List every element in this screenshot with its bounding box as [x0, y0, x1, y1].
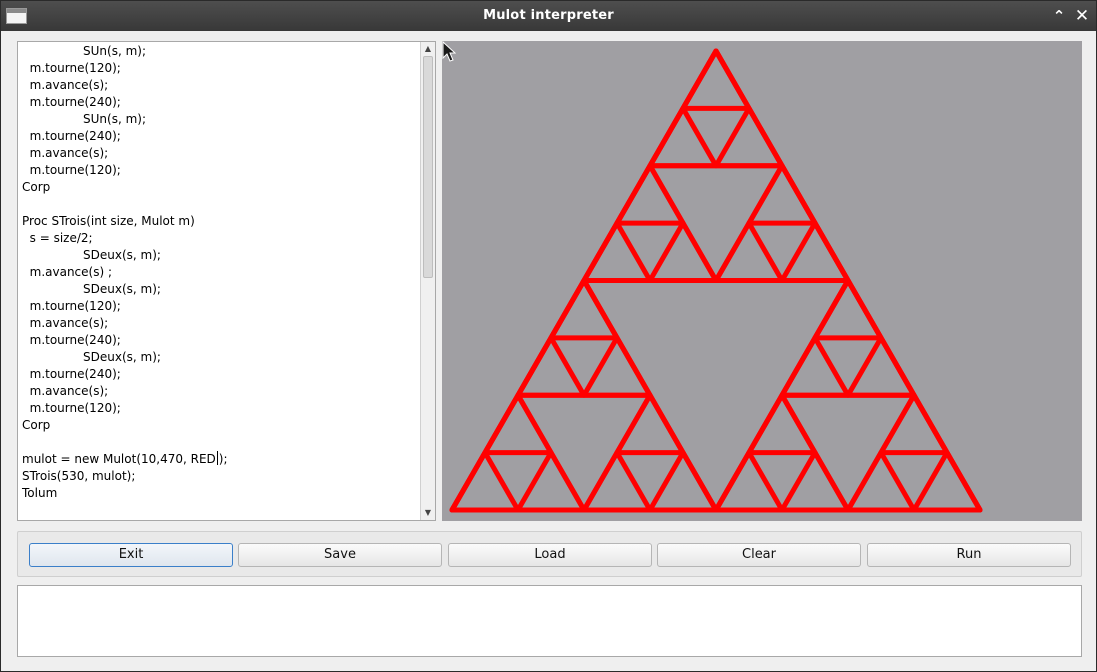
title-bar[interactable]: Mulot interpreter ⌃ ✕ — [1, 1, 1096, 31]
triangle-stroke — [680, 48, 752, 111]
triangle-stroke — [515, 335, 587, 398]
text-caret — [216, 451, 218, 465]
code-line[interactable]: m.avance(s); — [22, 315, 420, 332]
code-line[interactable]: SDeux(s, m); — [22, 349, 420, 366]
code-line[interactable]: SUn(s, m); — [22, 111, 420, 128]
code-line[interactable]: m.tourne(240); — [22, 332, 420, 349]
code-line[interactable]: m.avance(s); — [22, 145, 420, 162]
code-editor[interactable]: SUn(s, m); m.tourne(120); m.avance(s); m… — [17, 41, 436, 521]
code-line[interactable]: Proc STrois(int size, Mulot m) — [22, 213, 420, 230]
triangle-stroke — [713, 450, 785, 513]
triangle-stroke — [746, 392, 818, 456]
editor-vertical-scrollbar[interactable]: ▲ ▼ — [420, 42, 435, 520]
code-line[interactable]: m.avance(s) ; — [22, 264, 420, 281]
code-line[interactable]: m.tourne(240); — [22, 94, 420, 111]
triangle-stroke — [845, 335, 917, 398]
triangle-stroke — [482, 392, 554, 456]
triangle-stroke — [713, 220, 785, 283]
triangle-stroke — [746, 163, 818, 226]
code-line[interactable]: Corp — [22, 179, 420, 196]
code-line[interactable]: mulot = new Mulot(10,470, RED); — [22, 451, 420, 468]
triangle-stroke — [878, 392, 950, 456]
clear-button[interactable]: Clear — [657, 543, 861, 567]
triangle-stroke — [845, 450, 917, 513]
triangle-stroke — [647, 105, 719, 169]
triangle-stroke — [812, 278, 884, 341]
triangle-stroke — [515, 450, 587, 513]
mouse-cursor-icon — [442, 41, 456, 62]
chevron-up-icon[interactable]: ⌃ — [1049, 6, 1069, 26]
code-text[interactable]: SUn(s, m); m.tourne(120); m.avance(s); m… — [22, 43, 420, 502]
triangle-stroke — [581, 450, 653, 513]
code-line[interactable]: STrois(530, mulot); — [22, 468, 420, 485]
run-button[interactable]: Run — [867, 543, 1071, 567]
triangle-stroke — [614, 392, 686, 456]
code-line[interactable]: SDeux(s, m); — [22, 247, 420, 264]
drawing-canvas[interactable] — [442, 41, 1082, 521]
code-line[interactable]: SUn(s, m); — [22, 43, 420, 60]
triangle-stroke — [779, 450, 851, 513]
triangle-stroke — [581, 220, 653, 283]
code-line[interactable]: s = size/2; — [22, 230, 420, 247]
code-line[interactable] — [22, 196, 420, 213]
code-line[interactable]: m.tourne(240); — [22, 128, 420, 145]
sierpinski-triangle-drawing — [449, 48, 983, 513]
scrollbar-thumb[interactable] — [423, 56, 433, 278]
triangle-stroke — [779, 220, 851, 283]
triangle-stroke — [614, 163, 686, 226]
triangle-stroke — [548, 278, 620, 341]
code-line[interactable]: m.tourne(240); — [22, 366, 420, 383]
code-line[interactable]: m.avance(s); — [22, 77, 420, 94]
triangle-stroke — [581, 335, 653, 398]
code-line[interactable]: m.tourne(120); — [22, 400, 420, 417]
triangle-stroke — [779, 335, 851, 398]
code-line[interactable]: m.tourne(120); — [22, 298, 420, 315]
code-line[interactable]: m.tourne(120); — [22, 60, 420, 77]
main-window: Mulot interpreter ⌃ ✕ SUn(s, m); m.tourn… — [0, 0, 1097, 672]
code-line[interactable]: SDeux(s, m); — [22, 281, 420, 298]
code-line[interactable]: m.tourne(120); — [22, 162, 420, 179]
load-button[interactable]: Load — [448, 543, 652, 567]
exit-button[interactable]: Exit — [29, 543, 233, 567]
window-title: Mulot interpreter — [483, 8, 614, 23]
triangle-stroke — [647, 220, 719, 283]
triangle-stroke — [449, 450, 521, 513]
button-bar: Exit Save Load Clear Run — [17, 531, 1082, 577]
scroll-up-arrow-icon[interactable]: ▲ — [421, 42, 435, 56]
output-console[interactable] — [17, 585, 1082, 657]
code-line[interactable] — [22, 434, 420, 451]
scroll-down-arrow-icon[interactable]: ▼ — [421, 506, 435, 520]
triangle-stroke — [647, 450, 719, 513]
triangle-stroke — [911, 450, 983, 513]
code-line[interactable]: Tolum — [22, 485, 420, 502]
triangle-stroke — [713, 105, 785, 169]
code-line[interactable]: m.avance(s); — [22, 383, 420, 400]
code-line[interactable]: Corp — [22, 417, 420, 434]
save-button[interactable]: Save — [238, 543, 442, 567]
close-icon[interactable]: ✕ — [1072, 6, 1092, 26]
